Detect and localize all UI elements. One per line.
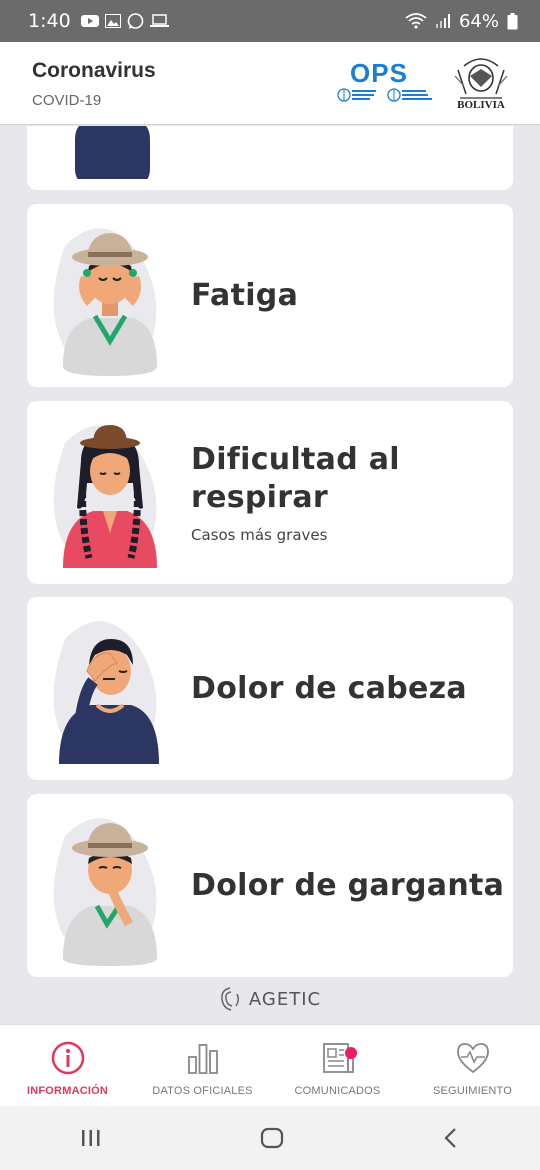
status-bar: 1:40 64% [0,0,540,42]
symptom-card-headache[interactable]: Dolor de cabeza [27,597,513,780]
status-right: 64% [405,11,518,32]
person-illustration [75,126,150,179]
symptom-card[interactable] [27,126,513,190]
nav-item-comunicados[interactable]: COMUNICADOS [270,1025,405,1106]
nav-item-informacion[interactable]: INFORMACIÓN [0,1025,135,1106]
symptoms-list[interactable]: Fatiga Dificultad al respirar Casos más g… [0,126,540,1024]
page-subtitle: COVID-19 [32,92,102,109]
symptom-card-breathing[interactable]: Dificultad al respirar Casos más graves [27,401,513,584]
bolivia-label: BOLIVIA [457,99,505,111]
app-header: Coronavirus COVID-19 OPS BOLIVIA [0,42,540,125]
tired-person-illustration [53,228,157,376]
agetic-label: AGETIC [248,988,322,1010]
symptom-sub: Casos más graves [191,526,328,544]
system-nav-bar [0,1106,540,1170]
youtube-icon [80,15,99,27]
home-icon[interactable] [260,1127,284,1149]
nav-item-seguimiento[interactable]: SEGUIMIENTO [405,1025,540,1106]
ops-logo-text: OPS [350,58,408,88]
headache-person-illustration [53,621,159,764]
back-icon[interactable] [441,1127,461,1149]
nav-label: COMUNICADOS [294,1085,381,1097]
woman-illustration [53,425,157,568]
symptom-label: Dolor de cabeza [191,671,467,706]
agetic-brand: AGETIC [0,986,540,1012]
sore-throat-person-illustration [53,818,157,966]
symptom-label: Dificultad al respirar [191,441,400,517]
bolivia-coat-of-arms: BOLIVIA [452,54,510,114]
bar-chart-icon [187,1044,218,1074]
nav-label: SEGUIMIENTO [432,1085,512,1097]
symptom-card-fatigue[interactable]: Fatiga [27,204,513,387]
page-title: Coronavirus [32,59,156,82]
symptom-label: Fatiga [191,278,299,313]
agetic-logo-icon [221,987,239,1011]
gallery-icon [104,14,121,28]
battery-percent: 64% [458,10,499,32]
ops-logo: OPS [336,58,440,108]
whatsapp-icon [127,12,143,29]
laptop-icon [149,14,169,27]
ops-seal-icons [337,88,432,102]
symptom-label-line-2: respirar [191,480,328,515]
bottom-nav: INFORMACIÓN DATOS OFICIALES COMUNICADOS … [0,1024,540,1106]
symptom-label-line-1: Dificultad al [191,442,400,477]
wifi-icon [405,13,427,29]
nav-label: DATOS OFICIALES [152,1085,253,1097]
notification-badge [345,1047,357,1059]
info-icon [51,1041,84,1075]
heart-pulse-icon [456,1043,489,1074]
symptom-label: Dolor de garganta [191,868,505,903]
battery-icon [507,12,518,29]
nav-item-datos-oficiales[interactable]: DATOS OFICIALES [135,1025,270,1106]
nav-label: INFORMACIÓN [26,1085,109,1097]
symptom-card-sore-throat[interactable]: Dolor de garganta [27,794,513,977]
coat-of-arms-icon [454,58,508,99]
status-time: 1:40 [28,10,71,32]
recent-apps-icon[interactable] [79,1128,103,1148]
notification-icons [80,12,169,30]
signal-icon [435,14,450,28]
